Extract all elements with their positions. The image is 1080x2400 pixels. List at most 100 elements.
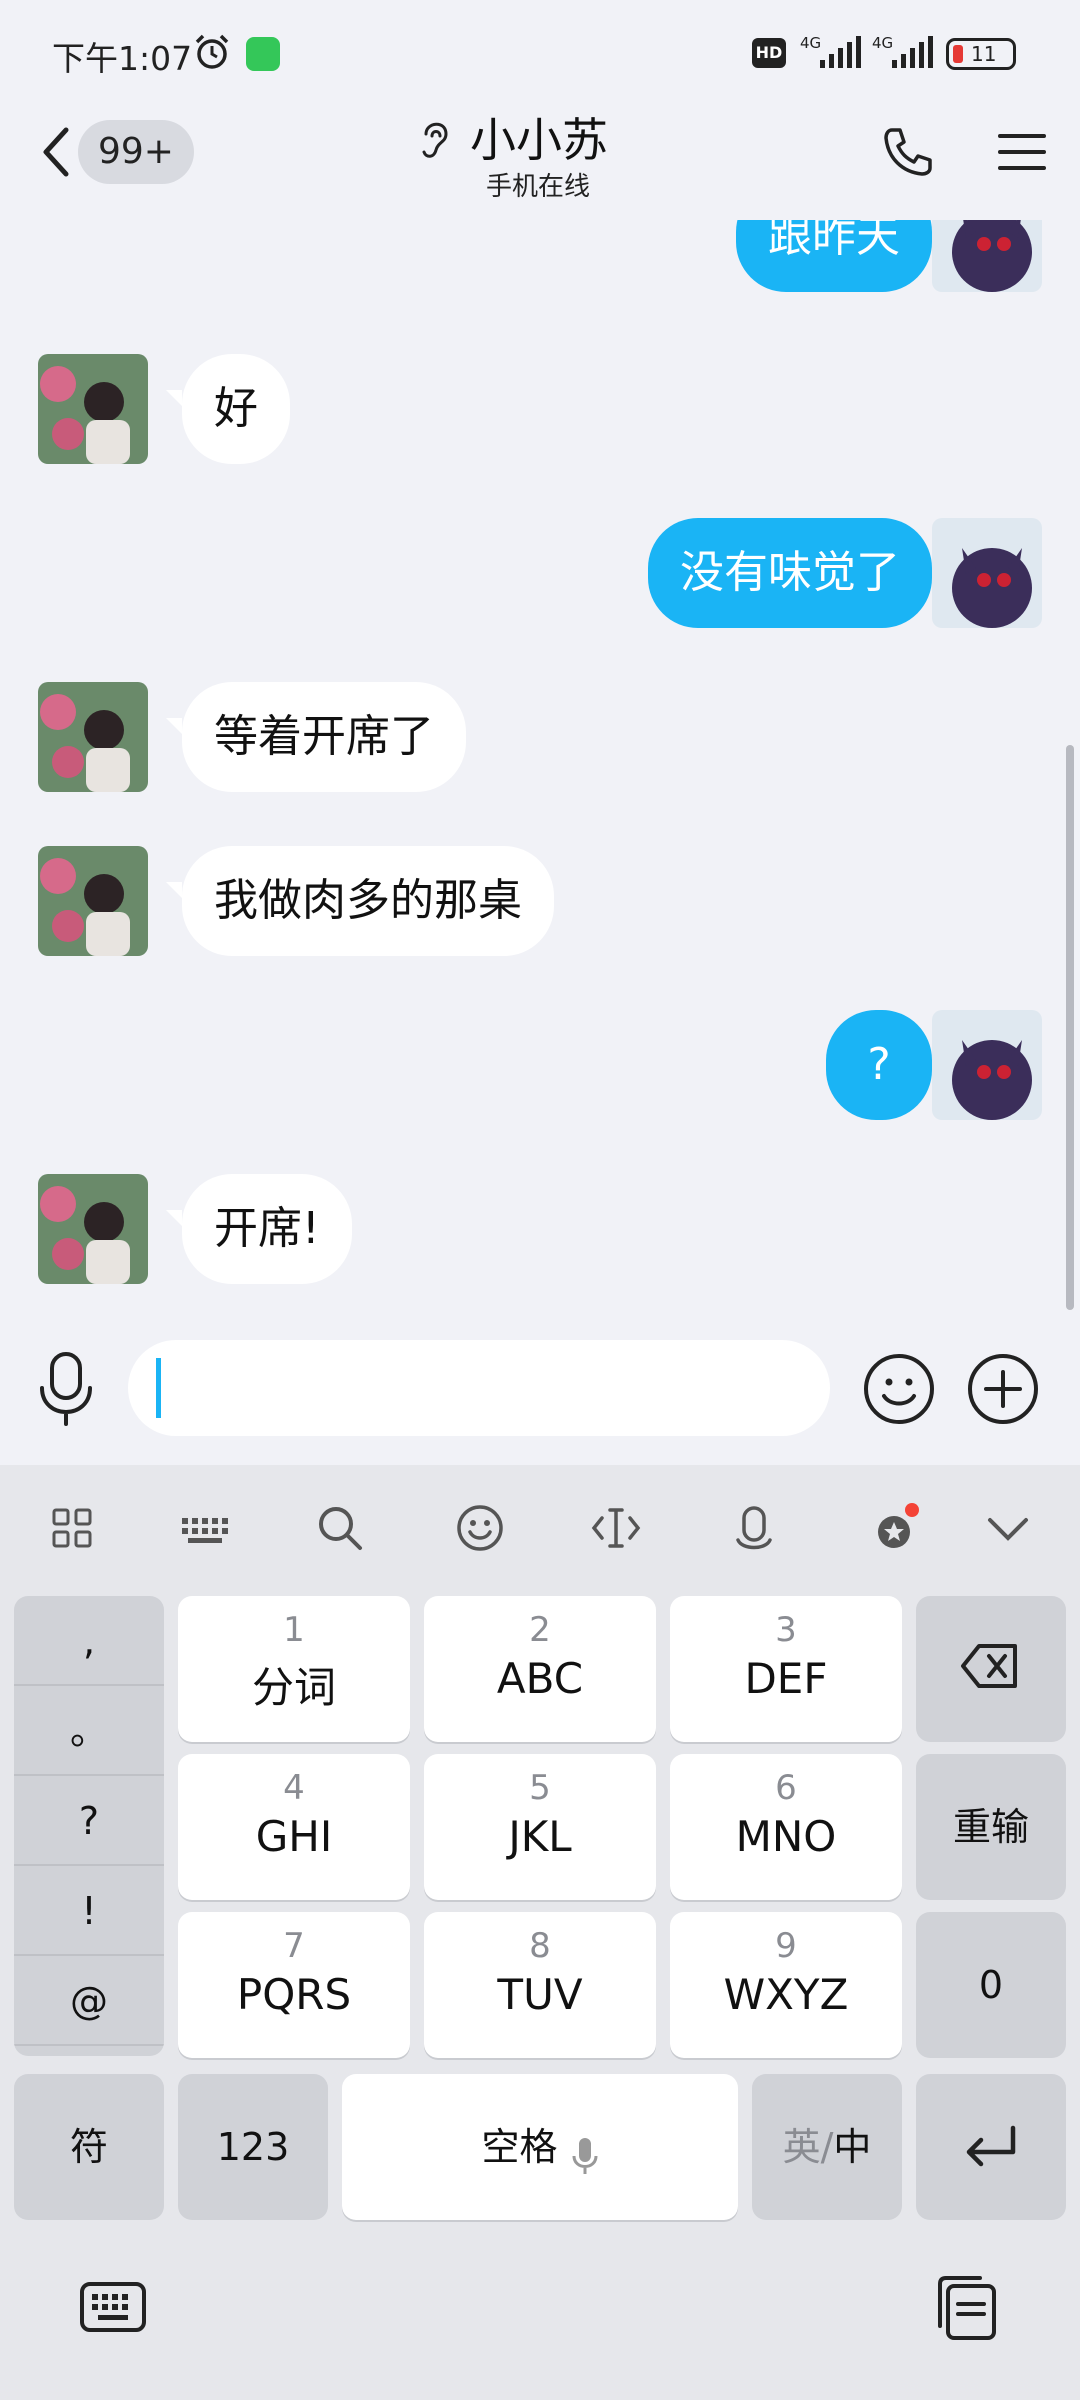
menu-icon[interactable] [998, 128, 1046, 176]
contact-avatar[interactable] [38, 354, 148, 464]
search-icon[interactable] [312, 1500, 368, 1556]
key-label: ABC [496, 1654, 584, 1703]
badge-icon[interactable] [866, 1500, 922, 1556]
key-label: MNO [735, 1812, 837, 1861]
hd-icon: HD [752, 38, 786, 68]
bubble-tail [166, 1210, 182, 1226]
key-label: WXYZ [723, 1970, 849, 2019]
punct-key[interactable]: ? [14, 1776, 164, 1866]
message-bubble-incoming[interactable]: 等着开席了 [182, 682, 466, 792]
key-number: 3 [775, 1610, 797, 1650]
punct-key[interactable]: @ [14, 1956, 164, 2046]
message-bubble-outgoing[interactable]: 没有味觉了 [648, 518, 932, 628]
bubble-tail [166, 390, 182, 406]
punct-key[interactable]: 。 [14, 1686, 164, 1776]
unread-count-badge[interactable]: 99+ [78, 120, 194, 184]
emoji-icon[interactable] [452, 1500, 508, 1556]
key-label: DEF [744, 1654, 828, 1703]
enter-key[interactable] [916, 2074, 1066, 2220]
key-2[interactable]: 2 ABC [424, 1596, 656, 1742]
cursor-icon[interactable] [588, 1500, 644, 1556]
key-3[interactable]: 3 DEF [670, 1596, 902, 1742]
key-number: 4 [283, 1768, 305, 1808]
message-bubble-incoming[interactable]: 我做肉多的那桌 [182, 846, 554, 956]
lang-zh-label: 中 [833, 2125, 872, 2169]
key-8[interactable]: 8 TUV [424, 1912, 656, 2058]
signal-icon-1 [820, 36, 861, 68]
key-5[interactable]: 5 JKL [424, 1754, 656, 1900]
lang-separator: / [820, 2125, 834, 2169]
voice-icon[interactable] [726, 1500, 782, 1556]
key-number: 8 [529, 1926, 551, 1966]
key-number: 5 [529, 1768, 551, 1808]
contact-avatar[interactable] [38, 846, 148, 956]
contact-avatar[interactable] [38, 682, 148, 792]
back-icon[interactable] [36, 122, 76, 182]
contact-name[interactable]: 小小苏 [470, 104, 608, 170]
contact-avatar[interactable] [38, 1174, 148, 1284]
collapse-icon[interactable] [980, 1500, 1036, 1556]
battery-level [953, 45, 963, 63]
key-number: 7 [283, 1926, 305, 1966]
clipboard-icon[interactable] [932, 2272, 1002, 2342]
status-time: 下午1:07 [52, 39, 193, 78]
key-label: JKL [508, 1812, 572, 1861]
ear-icon [422, 122, 448, 158]
numbers-key[interactable]: 123 [178, 2074, 328, 2220]
bubble-tail [166, 882, 182, 898]
key-label: 分词 [251, 1663, 336, 1712]
key-number: 1 [283, 1610, 305, 1650]
bubble-tail [896, 228, 912, 244]
message-bubble-incoming[interactable]: 好 [182, 354, 290, 464]
app-notification-icon [246, 37, 280, 71]
my-avatar[interactable] [932, 1010, 1042, 1120]
my-avatar[interactable] [932, 518, 1042, 628]
key-6[interactable]: 6 MNO [670, 1754, 902, 1900]
space-key[interactable]: 空格 [342, 2074, 738, 2220]
message-list[interactable]: 跟昨天 好 没有味觉了 等着开席了 我做肉多的那桌 ? 开席! [0, 220, 1080, 1310]
key-7[interactable]: 7 PQRS [178, 1912, 410, 2058]
add-icon[interactable] [966, 1352, 1040, 1426]
battery-percent: 11 [971, 42, 997, 66]
key-9[interactable]: 9 WXYZ [670, 1912, 902, 2058]
key-number: 2 [529, 1610, 551, 1650]
message-input[interactable] [128, 1340, 830, 1436]
bubble-tail [896, 1046, 912, 1062]
enter-icon [966, 2125, 1016, 2167]
key-1[interactable]: 1 分词 [178, 1596, 410, 1742]
key-label: TUV [497, 1970, 583, 2019]
voice-input-icon [572, 2137, 598, 2174]
signal-icon-2 [892, 36, 933, 68]
language-switch-key[interactable]: 英/中 [752, 2074, 902, 2220]
alarm-clock-icon [195, 34, 229, 69]
chat-scrollbar[interactable] [1066, 745, 1074, 1310]
key-label: GHI [255, 1812, 333, 1861]
keyboard-layout-icon[interactable] [176, 1500, 232, 1556]
backspace-key[interactable] [916, 1596, 1066, 1742]
key-number: 6 [775, 1768, 797, 1808]
grid-icon[interactable] [44, 1500, 100, 1556]
punctuation-list[interactable]: , 。 ? ! @ [14, 1596, 164, 2056]
symbols-key[interactable]: 符 [14, 2074, 164, 2220]
zero-key[interactable]: 0 [916, 1912, 1066, 2058]
text-cursor [156, 1358, 161, 1418]
key-4[interactable]: 4 GHI [178, 1754, 410, 1900]
emoji-icon[interactable] [862, 1352, 936, 1426]
my-avatar[interactable] [932, 220, 1042, 292]
message-bubble-incoming[interactable]: 开席! [182, 1174, 352, 1284]
punct-key[interactable]: , [14, 1596, 164, 1686]
keyboard-switch-icon[interactable] [78, 2272, 148, 2342]
bubble-tail [166, 718, 182, 734]
punct-key[interactable]: ! [14, 1866, 164, 1956]
battery-icon: 11 [946, 38, 1016, 70]
reenter-key[interactable]: 重输 [916, 1754, 1066, 1900]
backspace-icon [961, 1644, 1017, 1688]
lang-en-label: 英 [782, 2125, 821, 2169]
phone-call-icon[interactable] [880, 124, 936, 180]
microphone-icon[interactable] [34, 1348, 98, 1428]
key-label: PQRS [236, 1970, 352, 2019]
bubble-tail [896, 554, 912, 570]
message-bubble-outgoing[interactable]: ? [826, 1010, 932, 1120]
space-label: 空格 [481, 2125, 558, 2169]
key-number: 9 [775, 1926, 797, 1966]
